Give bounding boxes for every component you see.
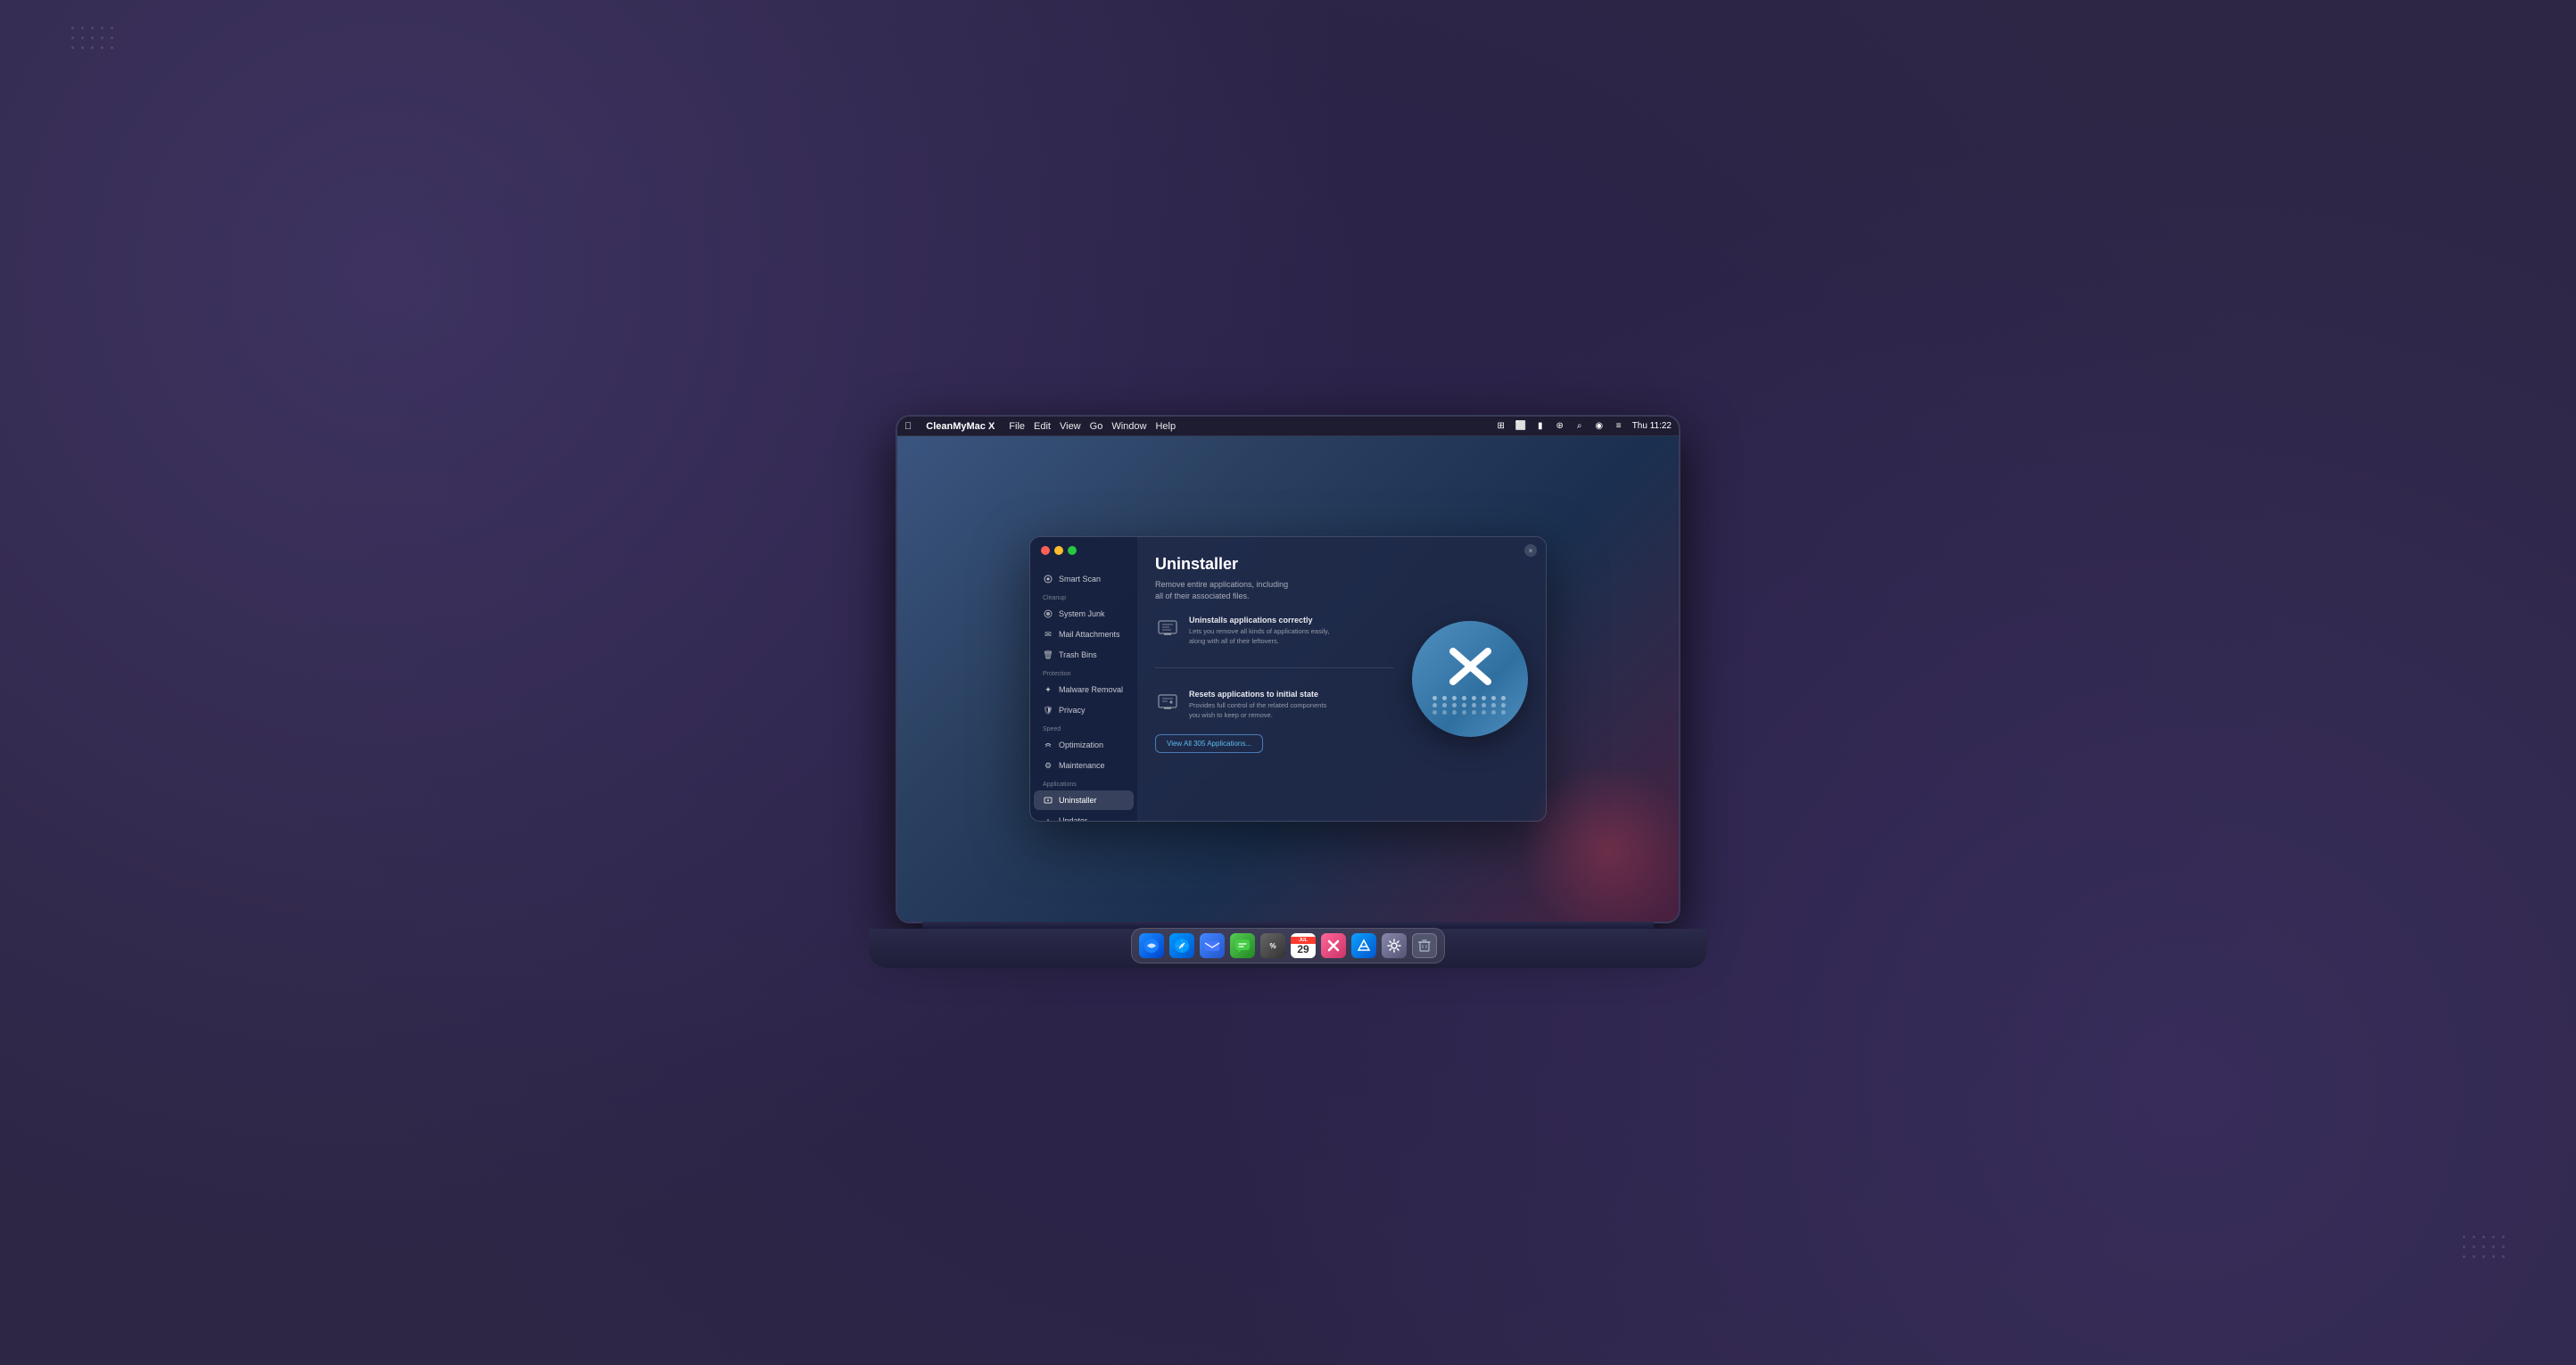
dock-item-finder[interactable] [1139,933,1164,958]
menu-go[interactable]: Go [1090,421,1103,432]
feature-item-uninstalls: Uninstalls applications correctly Lets y… [1155,616,1394,646]
optimization-icon [1043,740,1053,750]
dock-item-appstore[interactable] [1351,933,1376,958]
dock: % JUL 29 [1131,928,1445,964]
privacy-icon: 🛡 [1043,705,1053,716]
sidebar-item-smart-scan[interactable]: Smart Scan [1034,569,1134,589]
bg-dots-bottomright [2463,1236,2505,1258]
mail-attachments-label: Mail Attachments [1059,630,1120,639]
updater-icon: ↑ [1043,815,1053,821]
smart-scan-icon [1043,574,1053,584]
sidebar: Smart Scan Cleanup System Junk ✉ Mail At… [1030,537,1137,821]
maintenance-icon: ⚙ [1043,760,1053,771]
dock-item-systemprefs[interactable] [1382,933,1407,958]
menubar:  CleanMyMac X File Edit View Go Window … [897,417,1679,436]
content-left: Uninstaller Remove entire applications, … [1155,555,1394,803]
page-title: Uninstaller [1155,555,1394,574]
trash-bins-icon: 🗑 [1043,649,1053,660]
laptop-wrapper:  CleanMyMac X File Edit View Go Window … [869,415,1707,968]
laptop-screen-bezel:  CleanMyMac X File Edit View Go Window … [896,415,1680,923]
sidebar-section-applications: Applications [1030,776,1137,790]
sidebar-item-uninstaller[interactable]: Uninstaller [1034,790,1134,810]
feature-resets-desc: Provides full control of the related com… [1189,701,1332,720]
uninstaller-icon [1043,795,1053,806]
maximize-traffic-light[interactable] [1068,546,1077,555]
smart-scan-label: Smart Scan [1059,575,1101,583]
updater-label: Updater [1059,816,1087,821]
feature-list: Uninstalls applications correctly Lets y… [1155,616,1394,720]
trash-bins-label: Trash Bins [1059,650,1097,659]
sidebar-section-cleanup: Cleanup [1030,590,1137,603]
feature-item-resets: Resets applications to initial state Pro… [1155,690,1394,720]
sidebar-item-optimization[interactable]: Optimization [1034,735,1134,755]
laptop-base: % JUL 29 [869,922,1707,968]
menu-help[interactable]: Help [1155,421,1176,432]
view-all-applications-button[interactable]: View All 305 Applications... [1155,734,1263,753]
screen-mirror-icon[interactable]: ⬜ [1515,420,1527,433]
dock-item-cleanmymac[interactable] [1321,933,1346,958]
system-junk-icon [1043,608,1053,619]
resets-applications-icon [1155,690,1180,715]
mail-icon: ✉ [1043,629,1053,640]
uninstaller-label: Uninstaller [1059,796,1097,805]
menu-file[interactable]: File [1009,421,1025,432]
sidebar-item-maintenance[interactable]: ⚙ Maintenance [1034,756,1134,775]
screen-content: × Smart Scan Cleanup [897,436,1679,922]
feature-divider [1155,667,1394,668]
feature-uninstalls-title: Uninstalls applications correctly [1189,616,1332,625]
close-traffic-light[interactable] [1041,546,1050,555]
menu-view[interactable]: View [1060,421,1081,432]
search-icon[interactable]: ⌕ [1573,420,1586,433]
menubar-clock: Thu 11:22 [1632,421,1672,431]
battery-icon[interactable]: ▮ [1534,420,1547,433]
app-window: × Smart Scan Cleanup [1029,536,1547,822]
sidebar-section-speed: Speed [1030,721,1137,734]
sidebar-item-system-junk[interactable]: System Junk [1034,604,1134,624]
sidebar-item-updater[interactable]: ↑ Updater [1034,811,1134,821]
system-junk-label: System Junk [1059,609,1105,618]
menubar-right: ⊞ ⬜ ▮ ⊛ ⌕ ◉ ≡ Thu 11:22 [1495,420,1672,433]
menu-edit[interactable]: Edit [1034,421,1051,432]
sidebar-item-mail-attachments[interactable]: ✉ Mail Attachments [1034,625,1134,644]
dock-item-trash[interactable] [1412,933,1437,958]
optimization-label: Optimization [1059,740,1103,749]
dock-item-mail[interactable] [1200,933,1225,958]
bg-dots-topleft [71,27,113,49]
maintenance-label: Maintenance [1059,761,1105,770]
sidebar-item-trash-bins[interactable]: 🗑 Trash Bins [1034,645,1134,665]
apple-icon:  [904,421,912,432]
malware-icon: ✦ [1043,684,1053,695]
minimize-traffic-light[interactable] [1054,546,1063,555]
sidebar-section-protection: Protection [1030,666,1137,679]
dock-item-safari[interactable] [1169,933,1194,958]
wifi-icon[interactable]: ⊛ [1554,420,1566,433]
main-content: Uninstaller Remove entire applications, … [1137,537,1546,821]
sidebar-item-privacy[interactable]: 🛡 Privacy [1034,700,1134,720]
siri-icon[interactable]: ◉ [1593,420,1606,433]
sidebar-item-malware-removal[interactable]: ✦ Malware Removal [1034,680,1134,699]
page-subtitle: Remove entire applications, including al… [1155,579,1298,601]
dock-item-calendar[interactable]: JUL 29 [1291,933,1316,958]
calculator-label: % [1269,942,1276,950]
feature-resets-text: Resets applications to initial state Pro… [1189,690,1332,720]
dock-item-calculator[interactable]: % [1260,933,1285,958]
malware-removal-label: Malware Removal [1059,685,1123,694]
feature-uninstalls-desc: Lets you remove all kinds of application… [1189,627,1332,646]
control-center-icon[interactable]: ⊞ [1495,420,1507,433]
dock-item-messages[interactable] [1230,933,1255,958]
privacy-label: Privacy [1059,706,1086,715]
feature-resets-title: Resets applications to initial state [1189,690,1332,699]
app-name[interactable]: CleanMyMac X [926,421,995,432]
feature-uninstalls-text: Uninstalls applications correctly Lets y… [1189,616,1332,646]
uninstalls-correctly-icon [1155,616,1180,641]
notification-icon[interactable]: ≡ [1613,420,1625,433]
laptop-bottom: % JUL 29 [869,929,1707,968]
traffic-lights [1041,546,1077,555]
menubar-items: File Edit View Go Window Help [1009,421,1176,432]
menu-window[interactable]: Window [1111,421,1146,432]
app-icon-circle [1412,621,1528,737]
